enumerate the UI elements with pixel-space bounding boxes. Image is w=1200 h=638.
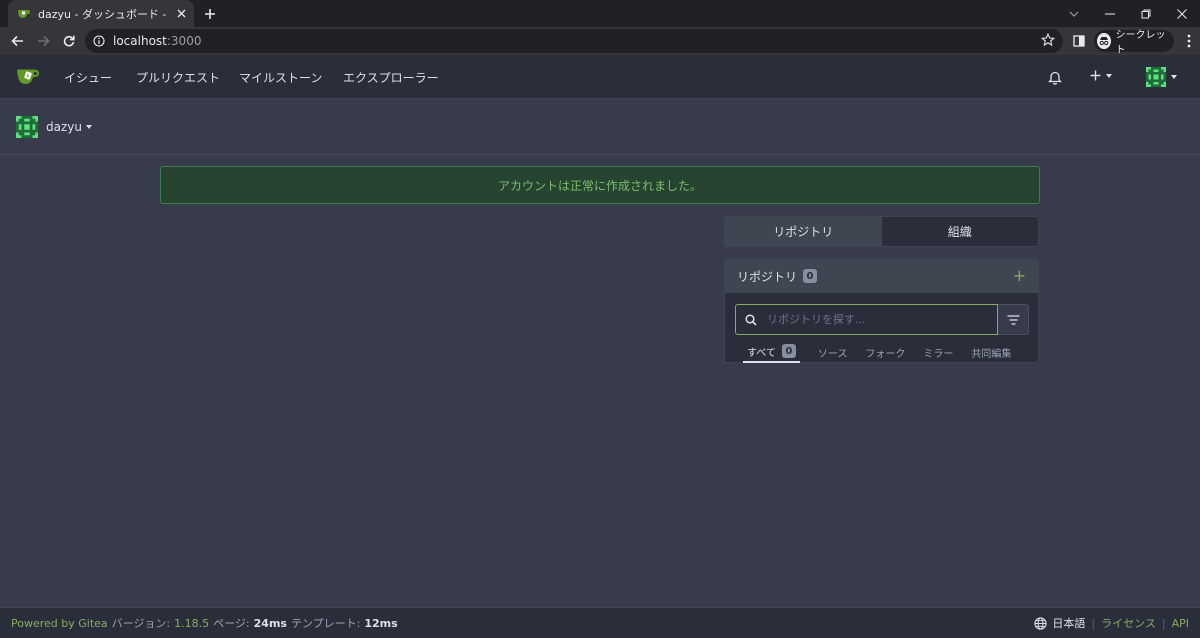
add-repo-button[interactable]: + — [1013, 268, 1026, 284]
avatar — [1146, 67, 1166, 87]
tab-title: dazyu - ダッシュボード - Gitea: Git w — [38, 7, 167, 21]
tab-close-icon[interactable] — [174, 7, 188, 21]
repo-tab-label: すべて — [747, 347, 776, 359]
repo-search-field — [735, 304, 998, 335]
close-window-icon[interactable] — [1164, 0, 1200, 27]
url-text: localhost:3000 — [113, 34, 201, 48]
repo-filter-tabs: すべて 0 ソース フォーク ミラー 共同編集 — [743, 341, 1029, 363]
tab-organizations[interactable]: 組織 — [881, 217, 1038, 246]
browser-tabstrip: dazyu - ダッシュボード - Gitea: Git w — [0, 0, 1200, 27]
back-icon[interactable] — [4, 28, 30, 54]
browser-tab[interactable]: dazyu - ダッシュボード - Gitea: Git w — [8, 0, 194, 27]
create-menu[interactable] — [1090, 70, 1112, 81]
flash-text: アカウントは正常に作成されました。 — [497, 178, 702, 193]
nav-explore[interactable]: エクスプローラー — [343, 69, 439, 86]
gitea-navbar: イシュー プルリクエスト マイルストーン エクスプローラー — [0, 55, 1200, 99]
browser-toolbar: localhost:3000 シークレット — [0, 27, 1200, 56]
repo-tab-count-badge: 0 — [781, 344, 796, 358]
nav-milestones[interactable]: マイルストーン — [239, 69, 322, 86]
footer-divider: | — [1091, 616, 1096, 630]
dashboard-switch: リポジトリ 組織 — [724, 216, 1039, 247]
repo-tab-all[interactable]: すべて 0 — [743, 341, 800, 363]
url-port: :3000 — [166, 34, 202, 48]
create-menu-caret-icon — [1106, 73, 1112, 78]
footer-right: 日本語 | ライセンス | API — [1034, 615, 1189, 631]
footer-divider: | — [1161, 616, 1166, 630]
api-link[interactable]: API — [1172, 617, 1189, 630]
incognito-label: シークレット — [1115, 30, 1166, 56]
repo-tab-collaborative[interactable]: 共同編集 — [971, 341, 1011, 363]
context-user-switcher[interactable]: dazyu — [16, 116, 92, 138]
repo-search-row — [735, 304, 1029, 335]
toolbar-right: シークレット — [1068, 28, 1200, 56]
footer-left: Powered by Gitea バージョン: 1.18.5 ページ: 24ms… — [11, 615, 398, 631]
forward-icon[interactable] — [30, 28, 56, 54]
context-user-name: dazyu — [46, 120, 82, 134]
bell-icon[interactable] — [1048, 70, 1062, 85]
template-time-label: テンプレート: — [290, 617, 361, 630]
repo-list-header: リポジトリ 0 + — [725, 260, 1038, 293]
context-caret-icon — [85, 125, 92, 129]
tab-repositories[interactable]: リポジトリ — [725, 217, 882, 246]
user-menu-caret-icon — [1171, 75, 1177, 79]
repo-list-panel: リポジトリ 0 + すべて 0 ソース フォーク ミラー 共同編集 — [724, 259, 1039, 363]
nav-issues[interactable]: イシュー — [64, 69, 112, 86]
url-host: localhost — [113, 34, 167, 48]
minimize-icon[interactable] — [1092, 0, 1128, 27]
nav-pull-requests[interactable]: プルリクエスト — [136, 69, 220, 86]
gitea-logo[interactable] — [16, 68, 40, 85]
address-bar[interactable]: localhost:3000 — [85, 29, 1063, 53]
star-icon[interactable] — [1041, 33, 1055, 47]
search-icon — [745, 313, 757, 326]
browser-menu-icon[interactable] — [1178, 28, 1200, 54]
dashboard-header: dazyu — [0, 100, 1200, 155]
page-time-label: ページ: — [213, 617, 250, 630]
license-link[interactable]: ライセンス — [1101, 615, 1156, 631]
repo-tab-forks[interactable]: フォーク — [865, 341, 905, 363]
user-menu[interactable] — [1146, 67, 1177, 87]
tab-favicon-icon — [17, 8, 31, 20]
language-label: 日本語 — [1052, 617, 1086, 630]
page-footer: Powered by Gitea バージョン: 1.18.5 ページ: 24ms… — [0, 607, 1200, 638]
filter-icon — [1007, 314, 1020, 325]
repo-list-title: リポジトリ — [737, 269, 798, 284]
flash-success-message: アカウントは正常に作成されました。 — [160, 166, 1040, 204]
repo-count-badge: 0 — [803, 269, 818, 283]
site-info-icon[interactable] — [93, 35, 105, 47]
version-label: バージョン: — [111, 617, 171, 630]
avatar — [16, 116, 38, 138]
plus-icon — [1090, 70, 1101, 81]
repo-tab-sources[interactable]: ソース — [818, 341, 848, 363]
window-controls — [1056, 0, 1200, 27]
powered-by-link[interactable]: Powered by Gitea — [11, 617, 108, 630]
search-input[interactable] — [767, 313, 987, 326]
filter-button[interactable] — [998, 304, 1029, 335]
tab-search-icon[interactable] — [1056, 0, 1092, 27]
incognito-badge[interactable]: シークレット — [1094, 30, 1174, 56]
template-time-value: 12ms — [364, 616, 398, 630]
page-time-value: 24ms — [253, 616, 287, 630]
side-panel-icon[interactable] — [1068, 28, 1090, 54]
globe-icon — [1034, 616, 1048, 630]
restore-icon[interactable] — [1128, 0, 1164, 27]
incognito-icon — [1097, 33, 1111, 49]
repo-tab-mirrors[interactable]: ミラー — [923, 341, 953, 363]
language-selector[interactable]: 日本語 — [1034, 615, 1085, 631]
new-tab-icon[interactable] — [201, 5, 219, 23]
reload-icon[interactable] — [56, 28, 82, 54]
version-value: 1.18.5 — [174, 616, 210, 630]
